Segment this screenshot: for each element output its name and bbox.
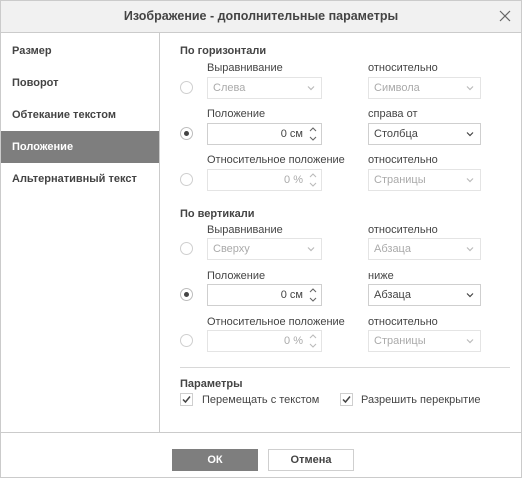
h-alignment-relative-label: относительно [368,62,438,74]
v-relative-relative-label: относительно [368,316,438,328]
h-relative-relative-value: Страницы [374,174,426,186]
v-relative-value: 0 % [284,335,303,347]
h-alignment-value: Слева [213,82,246,94]
v-position-relative-value: Абзаца [374,289,411,301]
cancel-button[interactable]: Отмена [268,449,354,471]
chevron-down-icon [307,247,315,252]
chevron-down-icon [466,86,474,91]
h-position-value: 0 см [280,128,303,140]
v-relative-radio[interactable] [180,334,193,347]
spin-up-icon[interactable] [308,125,318,134]
h-relative-value: 0 % [284,174,303,186]
v-relative-relative-value: Страницы [374,335,426,347]
sidebar-item-text-wrapping[interactable]: Обтекание текстом [1,99,159,131]
spin-up-icon[interactable] [308,332,318,341]
v-position-spinner[interactable]: 0 см [207,284,322,306]
dialog-titlebar[interactable]: Изображение - дополнительные параметры [1,1,521,33]
allow-overlap-label[interactable]: Разрешить перекрытие [361,394,481,406]
dialog-footer: ОК Отмена [1,432,521,479]
h-position-relative-value: Столбца [374,128,418,140]
advanced-settings-dialog: Изображение - дополнительные параметры Р… [0,0,522,478]
move-with-text-checkbox[interactable] [180,393,193,406]
v-position-value: 0 см [280,289,303,301]
spin-up-icon[interactable] [308,171,318,180]
v-relative-spinner[interactable]: 0 % [207,330,322,352]
h-relative-radio[interactable] [180,173,193,186]
chevron-down-icon [466,247,474,252]
sidebar-item-position[interactable]: Положение [1,131,159,163]
sidebar: Размер Поворот Обтекание текстом Положен… [1,33,160,432]
chevron-down-icon [466,339,474,344]
h-alignment-relative-select[interactable]: Символа [368,77,481,99]
v-alignment-relative-value: Абзаца [374,243,411,255]
close-icon[interactable] [497,8,513,24]
spin-down-icon[interactable] [308,341,318,350]
h-relative-spinner[interactable]: 0 % [207,169,322,191]
h-position-label: Положение [207,108,266,120]
position-panel: По горизонтали Выравнивание относительно… [160,33,522,432]
chevron-down-icon [466,293,474,298]
v-relative-label: Относительное положение [207,316,345,328]
params-section-title: Параметры [180,378,243,390]
chevron-down-icon [466,132,474,137]
h-alignment-relative-value: Символа [374,82,420,94]
allow-overlap-checkbox[interactable] [340,393,353,406]
spin-down-icon[interactable] [308,134,318,143]
v-alignment-relative-select[interactable]: Абзаца [368,238,481,260]
h-position-relative-select[interactable]: Столбца [368,123,481,145]
horizontal-section-title: По горизонтали [180,45,267,57]
spin-down-icon[interactable] [308,180,318,189]
spin-up-icon[interactable] [308,286,318,295]
dialog-title: Изображение - дополнительные параметры [123,9,399,23]
move-with-text-label[interactable]: Перемещать с текстом [202,394,319,406]
section-divider [180,367,510,368]
spin-down-icon[interactable] [308,295,318,304]
v-position-radio[interactable] [180,288,193,301]
chevron-down-icon [466,178,474,183]
h-relative-label: Относительное положение [207,154,345,166]
h-alignment-radio[interactable] [180,81,193,94]
h-position-relative-label: справа от [368,108,418,120]
checkmark-icon [342,396,351,404]
ok-button[interactable]: ОК [172,449,258,471]
checkmark-icon [182,396,191,404]
chevron-down-icon [307,86,315,91]
v-alignment-relative-label: относительно [368,224,438,236]
h-position-spinner[interactable]: 0 см [207,123,322,145]
v-alignment-label: Выравнивание [207,224,283,236]
h-alignment-label: Выравнивание [207,62,283,74]
sidebar-item-rotation[interactable]: Поворот [1,67,159,99]
vertical-section-title: По вертикали [180,208,255,220]
v-alignment-value: Сверху [213,243,250,255]
v-position-relative-label: ниже [368,270,394,282]
h-position-radio[interactable] [180,127,193,140]
v-position-label: Положение [207,270,266,282]
h-relative-relative-label: относительно [368,154,438,166]
v-position-relative-select[interactable]: Абзаца [368,284,481,306]
v-alignment-radio[interactable] [180,242,193,255]
v-relative-relative-select[interactable]: Страницы [368,330,481,352]
v-alignment-select[interactable]: Сверху [207,238,322,260]
sidebar-item-alt-text[interactable]: Альтернативный текст [1,163,159,195]
h-relative-relative-select[interactable]: Страницы [368,169,481,191]
sidebar-item-size[interactable]: Размер [1,35,159,67]
h-alignment-select[interactable]: Слева [207,77,322,99]
